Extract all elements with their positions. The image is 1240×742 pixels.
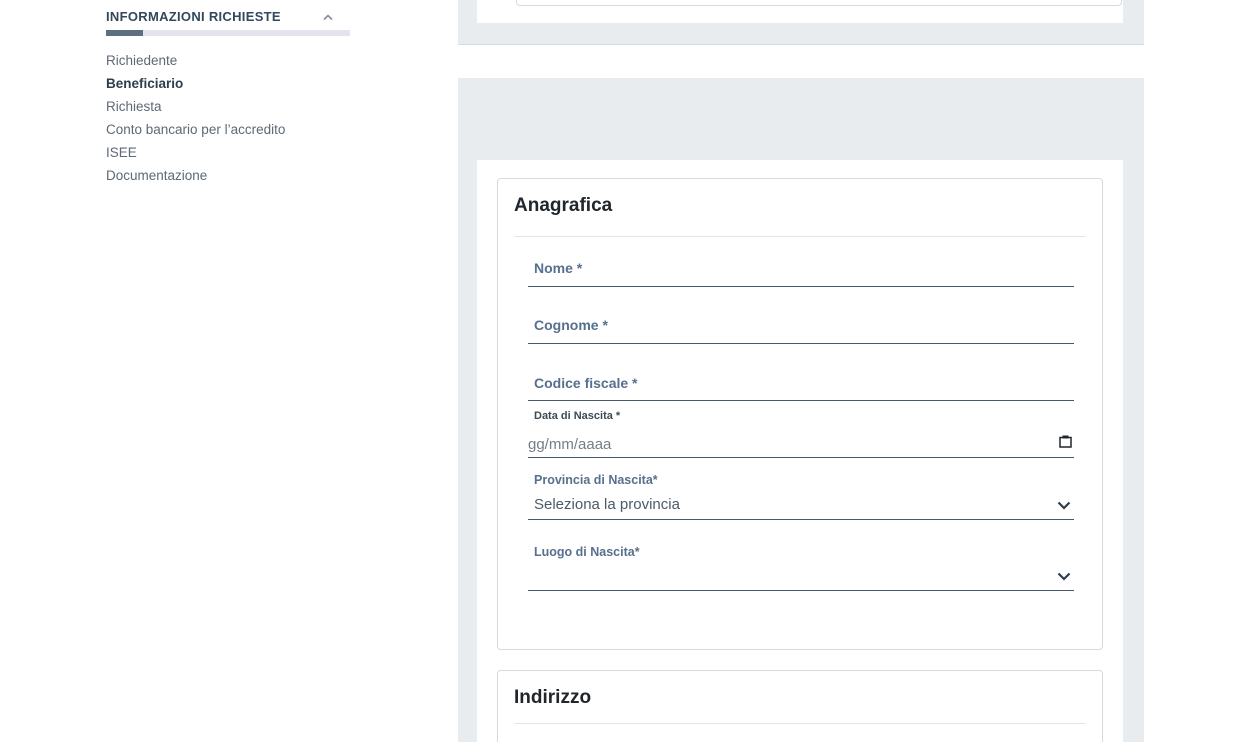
- beneficiario-body: Anagrafica Nome * Cognome * Codice fisca…: [477, 160, 1123, 742]
- luogo-select-toggle[interactable]: [1056, 571, 1072, 583]
- divider: [514, 236, 1086, 237]
- data-nascita-label: Data di Nascita *: [534, 410, 620, 422]
- nome-field-group: Nome *: [528, 260, 1074, 287]
- cognome-input[interactable]: [528, 319, 1074, 341]
- provincia-nascita-underline: [528, 519, 1074, 520]
- page: INFORMAZIONI RICHIESTE Richiedente Benef…: [0, 0, 1240, 742]
- previous-section-card: [516, 0, 1122, 6]
- previous-section-body: [477, 0, 1123, 23]
- nome-underline: [528, 286, 1074, 287]
- sidebar-item-conto-bancario[interactable]: Conto bancario per l’accredito: [106, 122, 366, 142]
- sidebar-item-richiesta[interactable]: Richiesta: [106, 99, 366, 119]
- cognome-field-group: Cognome *: [528, 317, 1074, 344]
- divider: [514, 723, 1086, 724]
- luogo-nascita-label: Luogo di Nascita*: [534, 545, 640, 559]
- luogo-nascita-underline: [528, 590, 1074, 591]
- indirizzo-card: Indirizzo: [497, 670, 1103, 742]
- luogo-nascita-field-group: Luogo di Nascita*: [528, 545, 1074, 591]
- progress-bar: [106, 30, 350, 36]
- beneficiario-section: Beneficiario Anagrafica Nome * Cognome *: [458, 78, 1144, 742]
- calendar-icon: [1059, 435, 1072, 453]
- codice-fiscale-underline: [528, 400, 1074, 401]
- provincia-nascita-select[interactable]: Seleziona la provincia: [534, 496, 680, 513]
- collapse-section-button[interactable]: [318, 8, 338, 26]
- sidebar-item-richiedente[interactable]: Richiedente: [106, 53, 366, 73]
- provincia-nascita-label: Provincia di Nascita*: [534, 473, 658, 487]
- chevron-down-icon: [1057, 568, 1071, 586]
- sidebar-item-beneficiario[interactable]: Beneficiario: [106, 76, 366, 96]
- progress-bar-fill: [106, 30, 143, 36]
- chevron-up-icon: [323, 8, 333, 26]
- nome-input[interactable]: [528, 262, 1074, 284]
- sidebar-item-isee[interactable]: ISEE: [106, 145, 366, 165]
- indirizzo-card-title: Indirizzo: [514, 687, 591, 709]
- sidebar-title: INFORMAZIONI RICHIESTE: [106, 9, 281, 24]
- codice-fiscale-input[interactable]: [528, 376, 1074, 398]
- provincia-nascita-field-group: Provincia di Nascita* Seleziona la provi…: [528, 473, 1074, 520]
- date-picker-button[interactable]: [1058, 437, 1072, 451]
- previous-section-panel: [458, 0, 1144, 45]
- data-nascita-input[interactable]: [528, 433, 1074, 455]
- anagrafica-card-title: Anagrafica: [514, 195, 612, 217]
- sidebar-item-documentazione[interactable]: Documentazione: [106, 168, 366, 188]
- data-nascita-field-group: Data di Nascita *: [528, 410, 1074, 458]
- anagrafica-card: Anagrafica Nome * Cognome * Codice fisca…: [497, 178, 1103, 650]
- provincia-select-toggle[interactable]: [1056, 500, 1072, 512]
- data-nascita-underline: [528, 457, 1074, 458]
- chevron-down-icon: [1057, 497, 1071, 515]
- cognome-underline: [528, 343, 1074, 344]
- codice-fiscale-field-group: Codice fiscale *: [528, 375, 1074, 401]
